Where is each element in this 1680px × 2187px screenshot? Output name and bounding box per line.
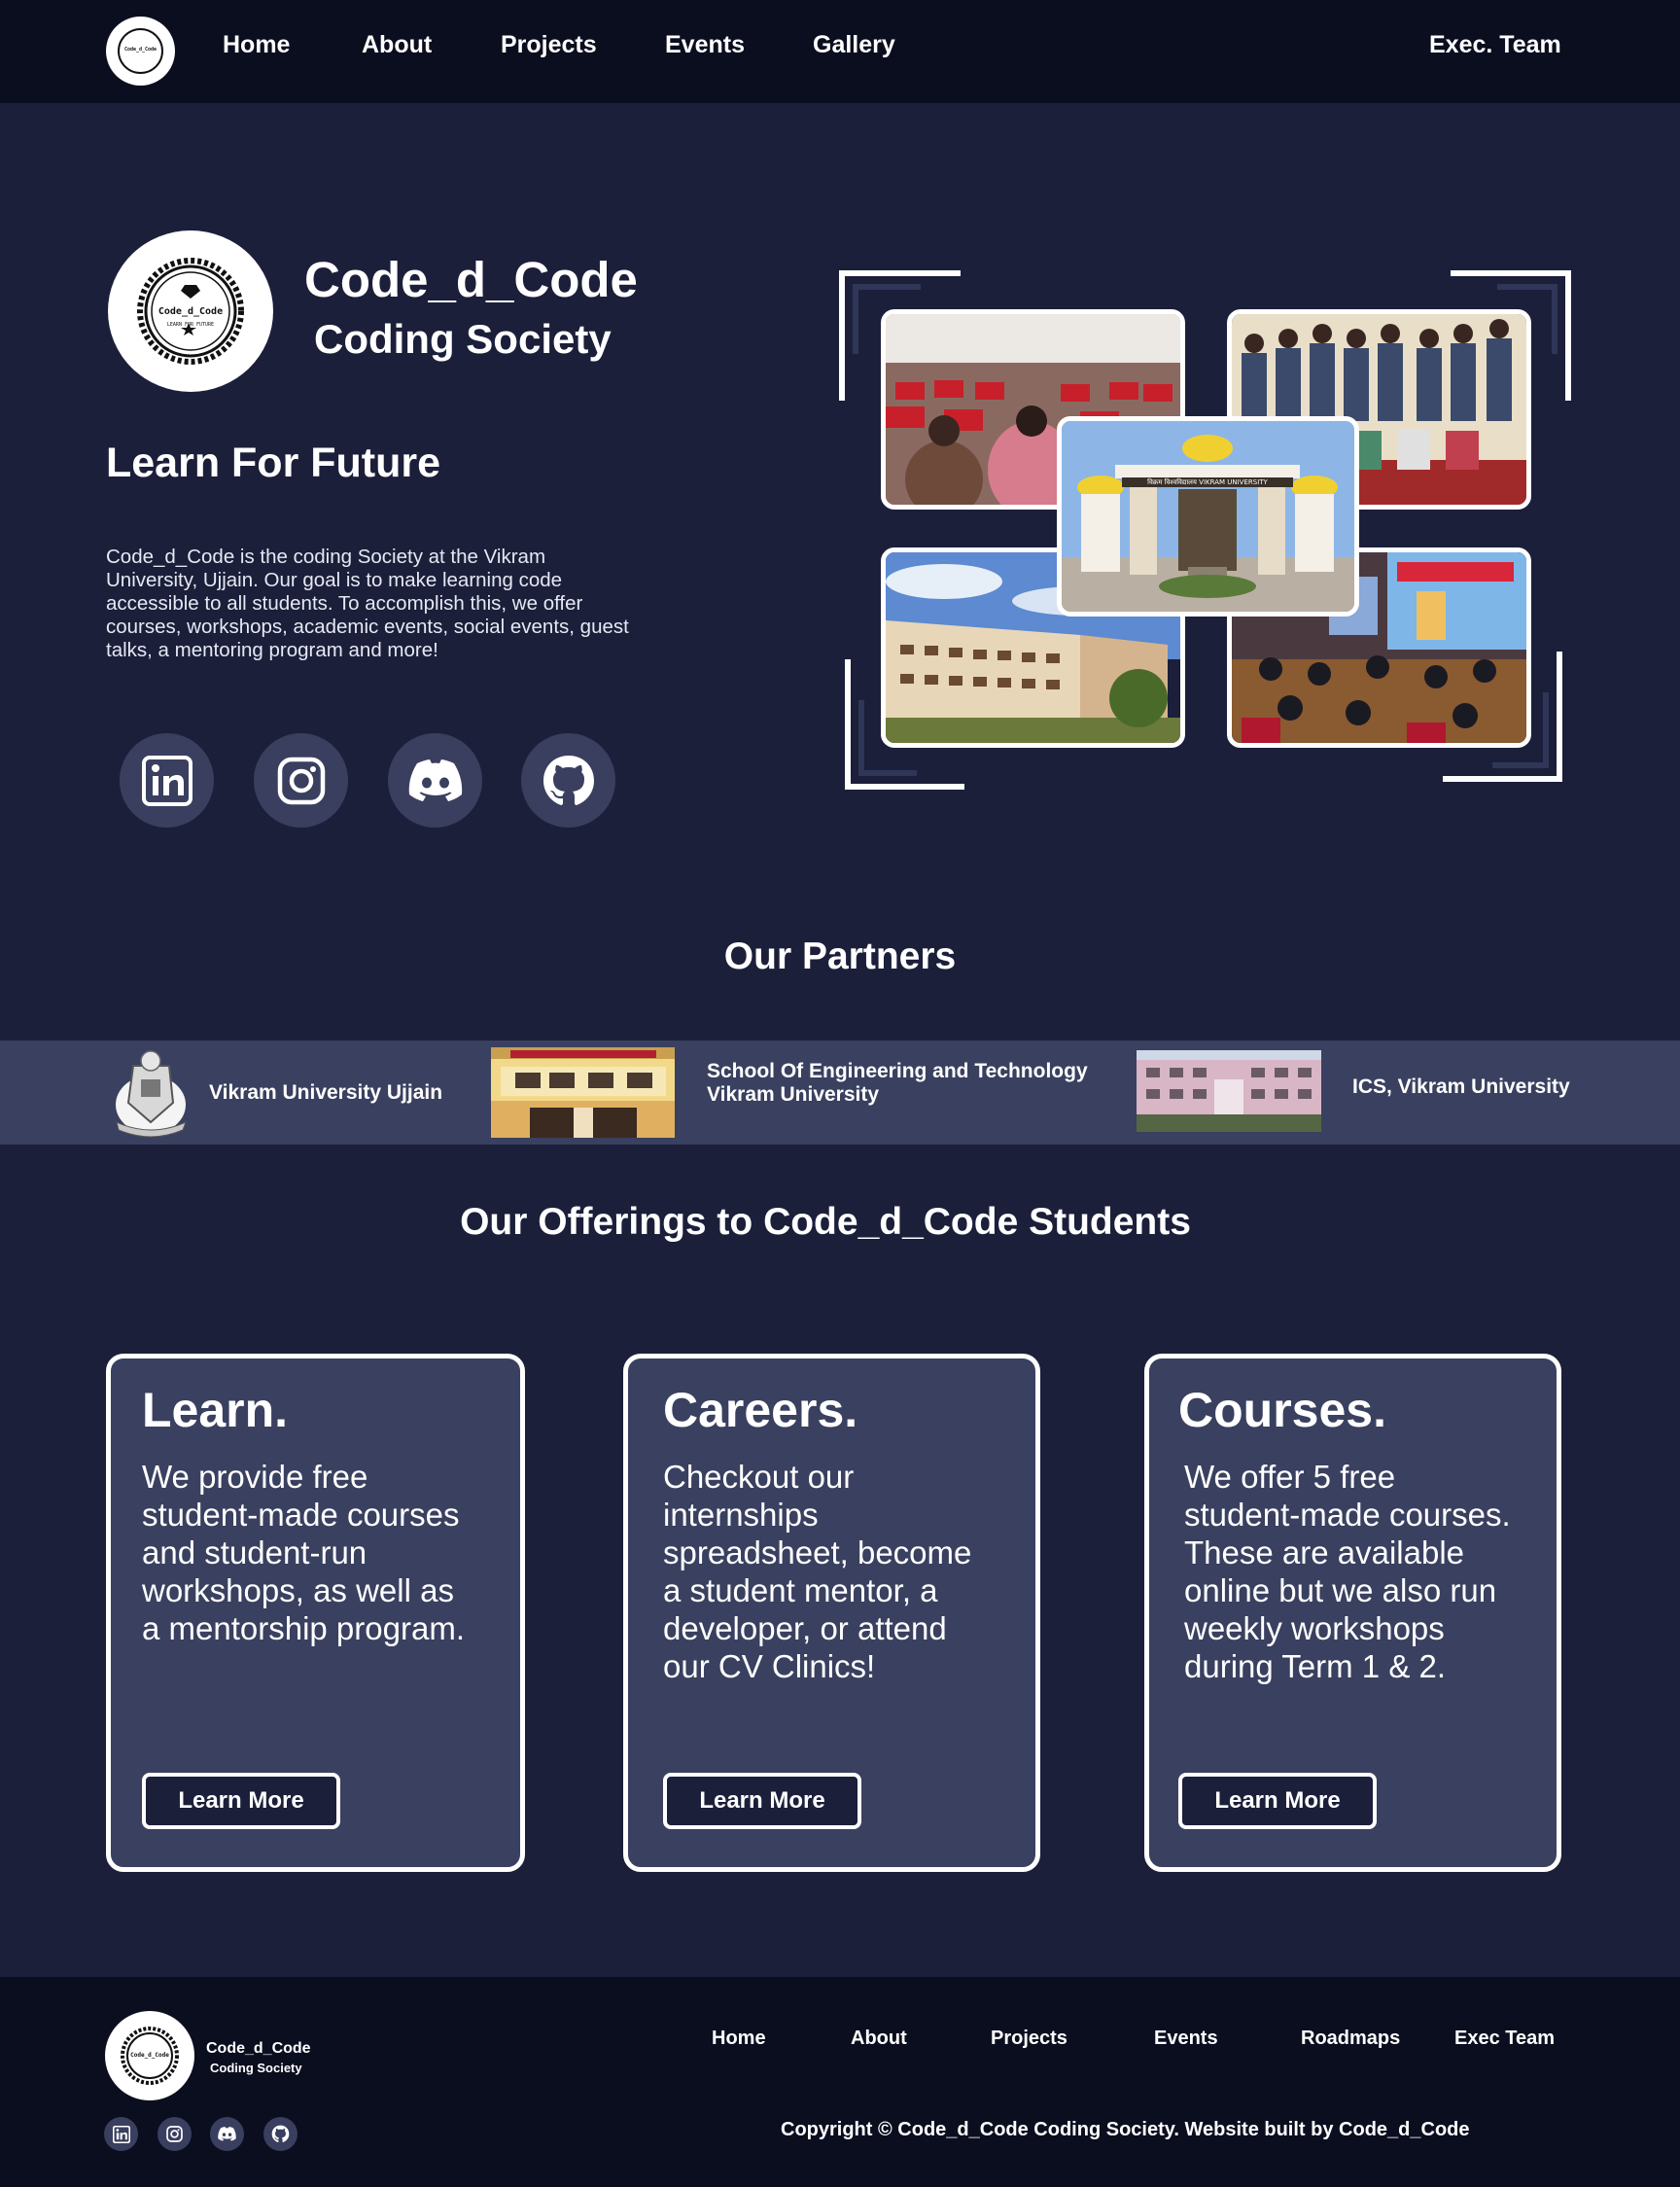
discord-button[interactable] [388,733,482,828]
hero-logo-wordmark: Code_d_Code [158,306,224,317]
footer-sub: Coding Society [210,2061,302,2075]
hero-subtitle: Coding Society [314,316,612,362]
hero-logo: Code_d_Code LEARN FOR FUTURE [108,230,273,392]
footer-link-about[interactable]: About [851,2028,907,2050]
linkedin-icon [141,755,192,806]
engineering-building [491,1047,675,1138]
learn-more-button[interactable]: Learn More [142,1773,340,1829]
card-body: Checkout our internships spreadsheet, be… [663,1459,972,1684]
logo-wordmark: Code_d_Code [123,47,158,53]
ics-building [1137,1050,1321,1132]
offerings-title: Our Offerings to Code_d_Code Students [460,1201,1191,1243]
card-body: We offer 5 free student-made courses. Th… [1184,1459,1511,1684]
github-icon [271,2125,290,2142]
nav-logo[interactable]: Code_d_Code [106,17,175,86]
footer-linkedin-button[interactable] [104,2117,138,2151]
card-body: We provide free student-made courses and… [142,1459,465,1646]
offering-card-courses: Courses. We offer 5 free student-made co… [1144,1354,1561,1872]
footer-name: Code_d_Code [206,2040,311,2057]
partner-name-vikram: Vikram University Ujjain [209,1081,443,1104]
nav-link-projects[interactable]: Projects [501,31,597,59]
learn-more-button[interactable]: Learn More [1178,1773,1377,1829]
footer-link-exec-team[interactable]: Exec Team [1454,2028,1555,2050]
hero-title: Code_d_Code [304,252,638,307]
instagram-button[interactable] [254,733,348,828]
nav-link-home[interactable]: Home [223,31,290,59]
copyright-text: Copyright © Code_d_Code Coding Society. … [781,2119,1470,2140]
linkedin-button[interactable] [120,733,214,828]
offering-card-careers: Careers. Checkout our internships spread… [623,1354,1040,1872]
footer-link-events[interactable]: Events [1154,2028,1218,2050]
photo-university-gate: विक्रम विश्वविद्यालय VIKRAM UNIVERSITY [1057,416,1359,617]
discord-icon [218,2127,236,2141]
offering-card-learn: Learn. We provide free student-made cour… [106,1354,525,1872]
footer-logo-wordmark: Code_d_Code [130,2052,169,2059]
discord-icon [408,758,462,801]
instagram-icon [166,2126,183,2142]
card-title: Learn. [142,1383,289,1437]
github-button[interactable] [521,733,615,828]
linkedin-icon [112,2125,130,2143]
card-title: Courses. [1178,1383,1386,1437]
hero-logo-motto: LEARN FOR FUTURE [166,322,215,328]
github-icon [542,755,594,805]
footer-logo[interactable]: Code_d_Code [105,2011,194,2100]
partners-title: Our Partners [723,935,957,977]
footer-discord-button[interactable] [210,2117,244,2151]
footer-link-projects[interactable]: Projects [991,2028,1068,2050]
hero-tagline: Learn For Future [106,440,441,486]
footer-instagram-button[interactable] [158,2117,192,2151]
nav-link-events[interactable]: Events [665,31,745,59]
nav-link-about[interactable]: About [362,31,432,59]
gate-sign: विक्रम विश्वविद्यालय VIKRAM UNIVERSITY [1147,478,1268,486]
card-title: Careers. [663,1383,858,1437]
nav-link-gallery[interactable]: Gallery [813,31,895,59]
footer-github-button[interactable] [263,2117,298,2151]
learn-more-button[interactable]: Learn More [663,1773,861,1829]
partner-name-ics: ICS, Vikram University [1352,1076,1570,1098]
footer-link-home[interactable]: Home [712,2028,766,2050]
footer: Code_d_Code Code_d_Code Coding Society H… [0,1977,1680,2187]
top-nav: Code_d_Code Home About Projects Events G… [0,0,1680,103]
partner-name-set-line2: Vikram University [707,1083,880,1106]
footer-link-roadmaps[interactable]: Roadmaps [1301,2028,1400,2050]
hero-description: Code_d_Code is the coding Society at the… [106,546,629,661]
university-emblem [109,1046,193,1140]
nav-link-exec-team[interactable]: Exec. Team [1429,31,1561,59]
partners-band: Vikram University Ujjain School Of Engin… [0,1041,1680,1145]
partner-name-set-line1: School Of Engineering and Technology [707,1060,1088,1082]
instagram-icon [277,757,325,804]
